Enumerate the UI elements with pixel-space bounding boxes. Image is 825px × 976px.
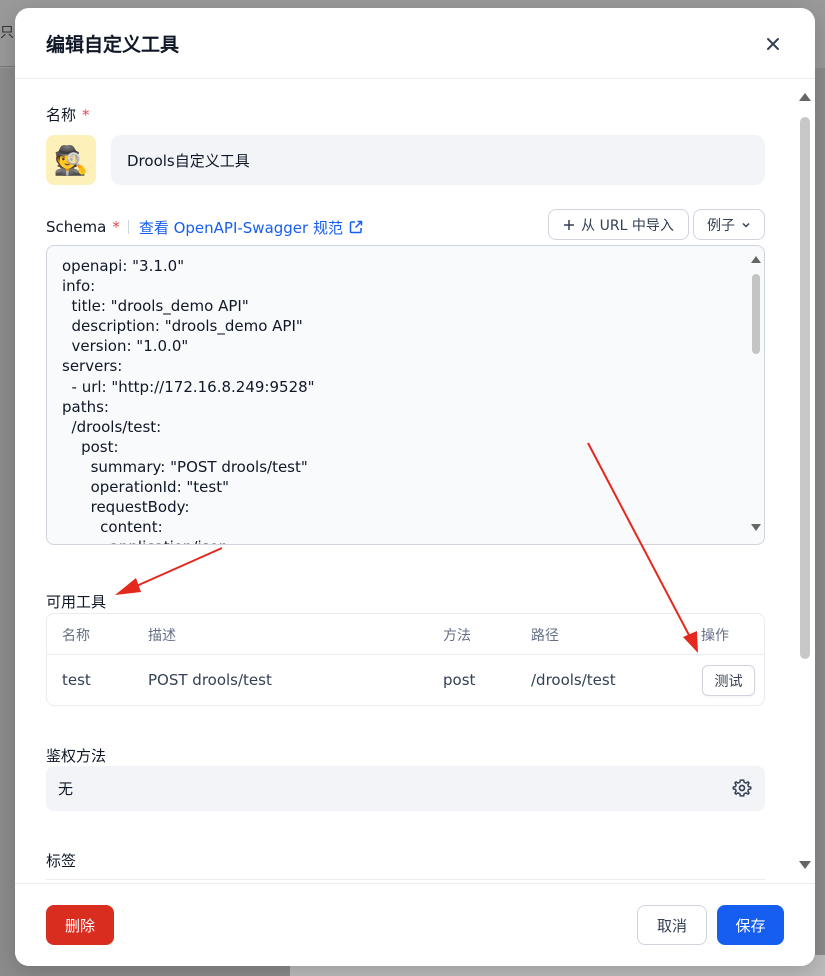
schema-label-row: Schema * 查看 OpenAPI-Swagger 规范 xyxy=(46,216,363,238)
name-label: 名称 * xyxy=(46,106,90,124)
dialog-scroll-thumb[interactable] xyxy=(800,117,810,659)
delete-button[interactable]: 删除 xyxy=(46,905,114,945)
import-from-url-label: 从 URL 中导入 xyxy=(581,217,674,234)
tool-name-value: Drools自定义工具 xyxy=(127,151,250,170)
edit-custom-tool-dialog: 编辑自定义工具 名称 * 🕵️ Drools自定义工具 Schema * 查看 O… xyxy=(15,8,815,966)
tags-field-edge xyxy=(46,879,765,880)
cancel-button[interactable]: 取消 xyxy=(637,905,707,945)
dialog-body[interactable]: 名称 * 🕵️ Drools自定义工具 Schema * 查看 OpenAPI-S… xyxy=(15,80,815,883)
scroll-down-arrow-icon[interactable] xyxy=(799,861,811,869)
close-icon xyxy=(767,38,779,50)
dialog-footer: 删除 取消 保存 xyxy=(15,883,815,966)
schema-scroll-thumb[interactable] xyxy=(752,274,760,354)
save-button[interactable]: 保存 xyxy=(717,905,784,945)
close-button[interactable] xyxy=(761,32,785,56)
schema-label: Schema xyxy=(46,218,107,236)
dialog-scrollbar[interactable] xyxy=(797,80,813,883)
available-tools-label: 可用工具 xyxy=(46,593,107,611)
auth-method-select[interactable]: 无 xyxy=(46,766,765,811)
view-openapi-spec-link-text: 查看 OpenAPI-Swagger 规范 xyxy=(138,218,343,237)
auth-method-label: 鉴权方法 xyxy=(46,747,107,765)
view-openapi-spec-link[interactable]: 查看 OpenAPI-Swagger 规范 xyxy=(139,217,363,238)
tool-avatar[interactable]: 🕵️ xyxy=(46,135,96,185)
detective-emoji-icon: 🕵️ xyxy=(53,143,89,177)
dialog-title: 编辑自定义工具 xyxy=(46,34,180,56)
separator xyxy=(127,220,129,234)
scroll-up-arrow-icon[interactable] xyxy=(751,256,761,263)
required-mark: * xyxy=(112,218,120,236)
import-from-url-button[interactable]: 从 URL 中导入 xyxy=(548,209,689,240)
external-link-icon xyxy=(349,220,363,234)
tools-table: 名称 描述 方法 路径 操作 test POST drools/test pos… xyxy=(46,613,765,706)
tags-label: 标签 xyxy=(46,852,77,870)
auth-method-value: 无 xyxy=(58,780,74,798)
test-button[interactable]: 测试 xyxy=(702,665,755,696)
schema-editor[interactable]: openapi: "3.1.0" info: title: "drools_de… xyxy=(46,245,765,545)
scroll-down-arrow-icon[interactable] xyxy=(751,524,761,531)
column-header-method: 方法 xyxy=(443,628,471,644)
column-header-name: 名称 xyxy=(62,628,90,644)
tool-name-input[interactable]: Drools自定义工具 xyxy=(111,135,765,185)
schema-code[interactable]: openapi: "3.1.0" info: title: "drools_de… xyxy=(62,256,315,544)
chevron-down-icon xyxy=(742,222,750,228)
row-path: /drools/test xyxy=(531,671,616,689)
example-dropdown-button[interactable]: 例子 xyxy=(693,209,765,240)
row-desc: POST drools/test xyxy=(148,671,272,689)
row-method: post xyxy=(443,671,476,689)
scroll-up-arrow-icon[interactable] xyxy=(799,93,811,101)
row-name: test xyxy=(62,671,91,689)
column-header-desc: 描述 xyxy=(148,628,176,644)
column-header-path: 路径 xyxy=(531,628,559,644)
column-header-action: 操作 xyxy=(701,628,729,644)
backdrop-divider xyxy=(0,66,16,67)
plus-icon xyxy=(564,219,575,230)
gear-icon[interactable] xyxy=(732,778,752,798)
example-label: 例子 xyxy=(707,217,735,234)
schema-scrollbar[interactable] xyxy=(748,246,764,544)
dialog-header: 编辑自定义工具 xyxy=(15,8,815,79)
